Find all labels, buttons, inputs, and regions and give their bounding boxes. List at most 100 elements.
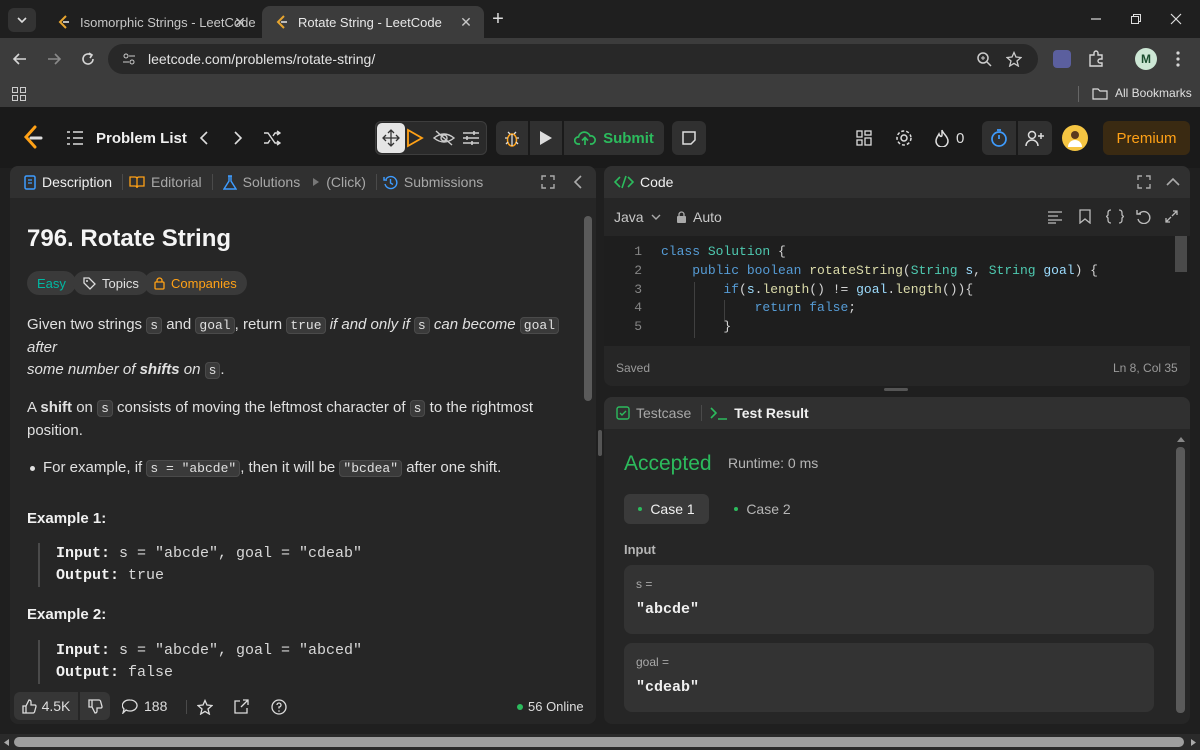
play-outline-button[interactable] — [406, 128, 424, 148]
new-tab-button[interactable]: + — [488, 9, 508, 30]
scroll-right-icon[interactable] — [1190, 738, 1198, 747]
companies-button[interactable]: Companies — [144, 271, 247, 295]
text: Given two strings — [27, 316, 147, 333]
extension-button[interactable] — [1050, 47, 1074, 71]
input-card-goal: goal = "cdeab" — [624, 643, 1154, 712]
drag-handle[interactable] — [377, 123, 405, 153]
maximize-icon[interactable] — [1137, 175, 1151, 189]
tab-search-button[interactable] — [8, 8, 36, 32]
address-bar[interactable]: leetcode.com/problems/rotate-string/ — [108, 44, 1038, 74]
expand-icon[interactable] — [1165, 210, 1178, 223]
problem-description: Given two strings s and goal, return tru… — [27, 314, 572, 480]
dislike-button[interactable] — [80, 692, 110, 720]
vertical-splitter[interactable] — [598, 430, 602, 456]
close-tab-icon[interactable]: ✕ — [458, 14, 474, 30]
case-2-tab[interactable]: Case 2 — [725, 494, 800, 524]
browser-tab-rotate-string[interactable]: Rotate String - LeetCode ✕ — [262, 6, 484, 38]
chrome-menu-button[interactable] — [1166, 47, 1190, 71]
problem-list-button[interactable]: Problem List — [66, 126, 187, 150]
close-tab-icon[interactable]: ✕ — [232, 14, 248, 30]
list-icon — [67, 131, 83, 145]
profile-button[interactable]: M — [1134, 47, 1158, 71]
back-button[interactable] — [8, 47, 32, 71]
result-scrollbar[interactable] — [1176, 435, 1186, 717]
difficulty-badge[interactable]: Easy — [27, 271, 76, 295]
apps-grid-icon[interactable] — [12, 87, 26, 101]
horizontal-splitter[interactable] — [884, 388, 908, 391]
favorite-star-icon[interactable] — [197, 699, 213, 715]
case-1-tab[interactable]: Case 1 — [624, 494, 709, 524]
prev-problem-button[interactable] — [194, 126, 214, 150]
language-select[interactable]: Java — [614, 209, 661, 225]
tab-testcase[interactable]: Testcase — [616, 405, 691, 421]
scroll-up-icon[interactable] — [1176, 435, 1186, 443]
scrollbar-thumb[interactable] — [14, 737, 1184, 747]
hide-button[interactable] — [433, 129, 455, 147]
text: after — [27, 339, 58, 356]
editor-scrollbar[interactable] — [1175, 236, 1187, 272]
chevron-right-icon — [234, 131, 243, 145]
tab-description[interactable]: Description — [24, 174, 112, 190]
layout-button[interactable] — [852, 126, 876, 150]
like-button[interactable]: 4.5K — [14, 692, 78, 720]
braces-icon[interactable] — [1106, 209, 1124, 224]
scroll-left-icon[interactable] — [2, 738, 10, 747]
streak-counter[interactable]: 0 — [934, 126, 964, 150]
user-avatar[interactable] — [1062, 125, 1088, 151]
maximize-icon[interactable] — [541, 175, 555, 189]
inline-code: s — [97, 400, 113, 417]
settings-button[interactable] — [892, 126, 916, 150]
tab-editorial[interactable]: Editorial — [129, 174, 202, 190]
problem-title: 796. Rotate String — [27, 225, 232, 252]
gear-icon — [896, 130, 912, 146]
extensions-menu-button[interactable] — [1084, 47, 1108, 71]
leetcode-logo[interactable] — [20, 124, 46, 152]
forward-button[interactable] — [42, 47, 66, 71]
collapse-left-icon[interactable] — [573, 175, 583, 189]
random-problem-button[interactable] — [260, 126, 284, 150]
next-problem-button[interactable] — [228, 126, 248, 150]
help-icon[interactable] — [271, 699, 287, 715]
comments-button[interactable]: 188 — [122, 698, 167, 714]
scrollbar-thumb[interactable] — [1176, 447, 1185, 713]
site-info-icon[interactable] — [122, 52, 136, 66]
description-scrollbar[interactable] — [584, 216, 592, 401]
all-bookmarks-button[interactable]: All Bookmarks — [1092, 86, 1192, 100]
collapse-up-icon[interactable] — [1166, 177, 1180, 187]
run-button[interactable] — [530, 121, 562, 155]
code-editor[interactable]: 1 2 3 4 5 class Solution { public boolea… — [604, 236, 1190, 346]
notes-button[interactable] — [672, 121, 706, 155]
tab-solutions[interactable]: Solutions — [222, 174, 300, 190]
tab-submissions[interactable]: Submissions — [383, 174, 483, 190]
submit-button[interactable]: Submit — [564, 121, 664, 155]
share-icon[interactable] — [233, 699, 249, 715]
settings-sliders-button[interactable] — [462, 130, 480, 146]
description-panel: Description Editorial Solutions (Click) … — [10, 166, 596, 724]
minimize-button[interactable] — [1076, 6, 1116, 32]
bookmark-icon[interactable] — [1079, 209, 1091, 224]
format-icon[interactable] — [1047, 210, 1063, 224]
close-window-button[interactable] — [1156, 6, 1196, 32]
reload-button[interactable] — [76, 47, 100, 71]
tab-submissions-label: Submissions — [403, 174, 484, 190]
timer-button[interactable] — [982, 121, 1016, 155]
tab-click[interactable]: (Click) — [312, 174, 366, 190]
tab-test-result[interactable]: Test Result — [710, 405, 809, 421]
bookmark-star-icon[interactable] — [1006, 51, 1022, 67]
autocomplete-toggle[interactable]: Auto — [676, 209, 722, 225]
avatar-icon — [1068, 131, 1082, 147]
restore-button[interactable] — [1116, 6, 1156, 32]
description-paragraph-1: Given two strings s and goal, return tru… — [27, 314, 572, 382]
book-icon — [129, 176, 145, 189]
text: shifts — [139, 361, 180, 378]
zoom-icon[interactable] — [976, 51, 992, 67]
reset-icon[interactable] — [1136, 209, 1151, 224]
debug-button[interactable] — [496, 121, 528, 155]
close-icon — [1170, 13, 1182, 25]
premium-button[interactable]: Premium — [1103, 121, 1190, 155]
topics-button[interactable]: Topics — [73, 271, 149, 295]
browser-tab-isomorphic[interactable]: Isomorphic Strings - LeetCode ✕ — [44, 6, 258, 38]
line-number: 3 — [634, 282, 642, 297]
page-horizontal-scrollbar[interactable] — [0, 734, 1200, 750]
invite-button[interactable] — [1018, 121, 1052, 155]
